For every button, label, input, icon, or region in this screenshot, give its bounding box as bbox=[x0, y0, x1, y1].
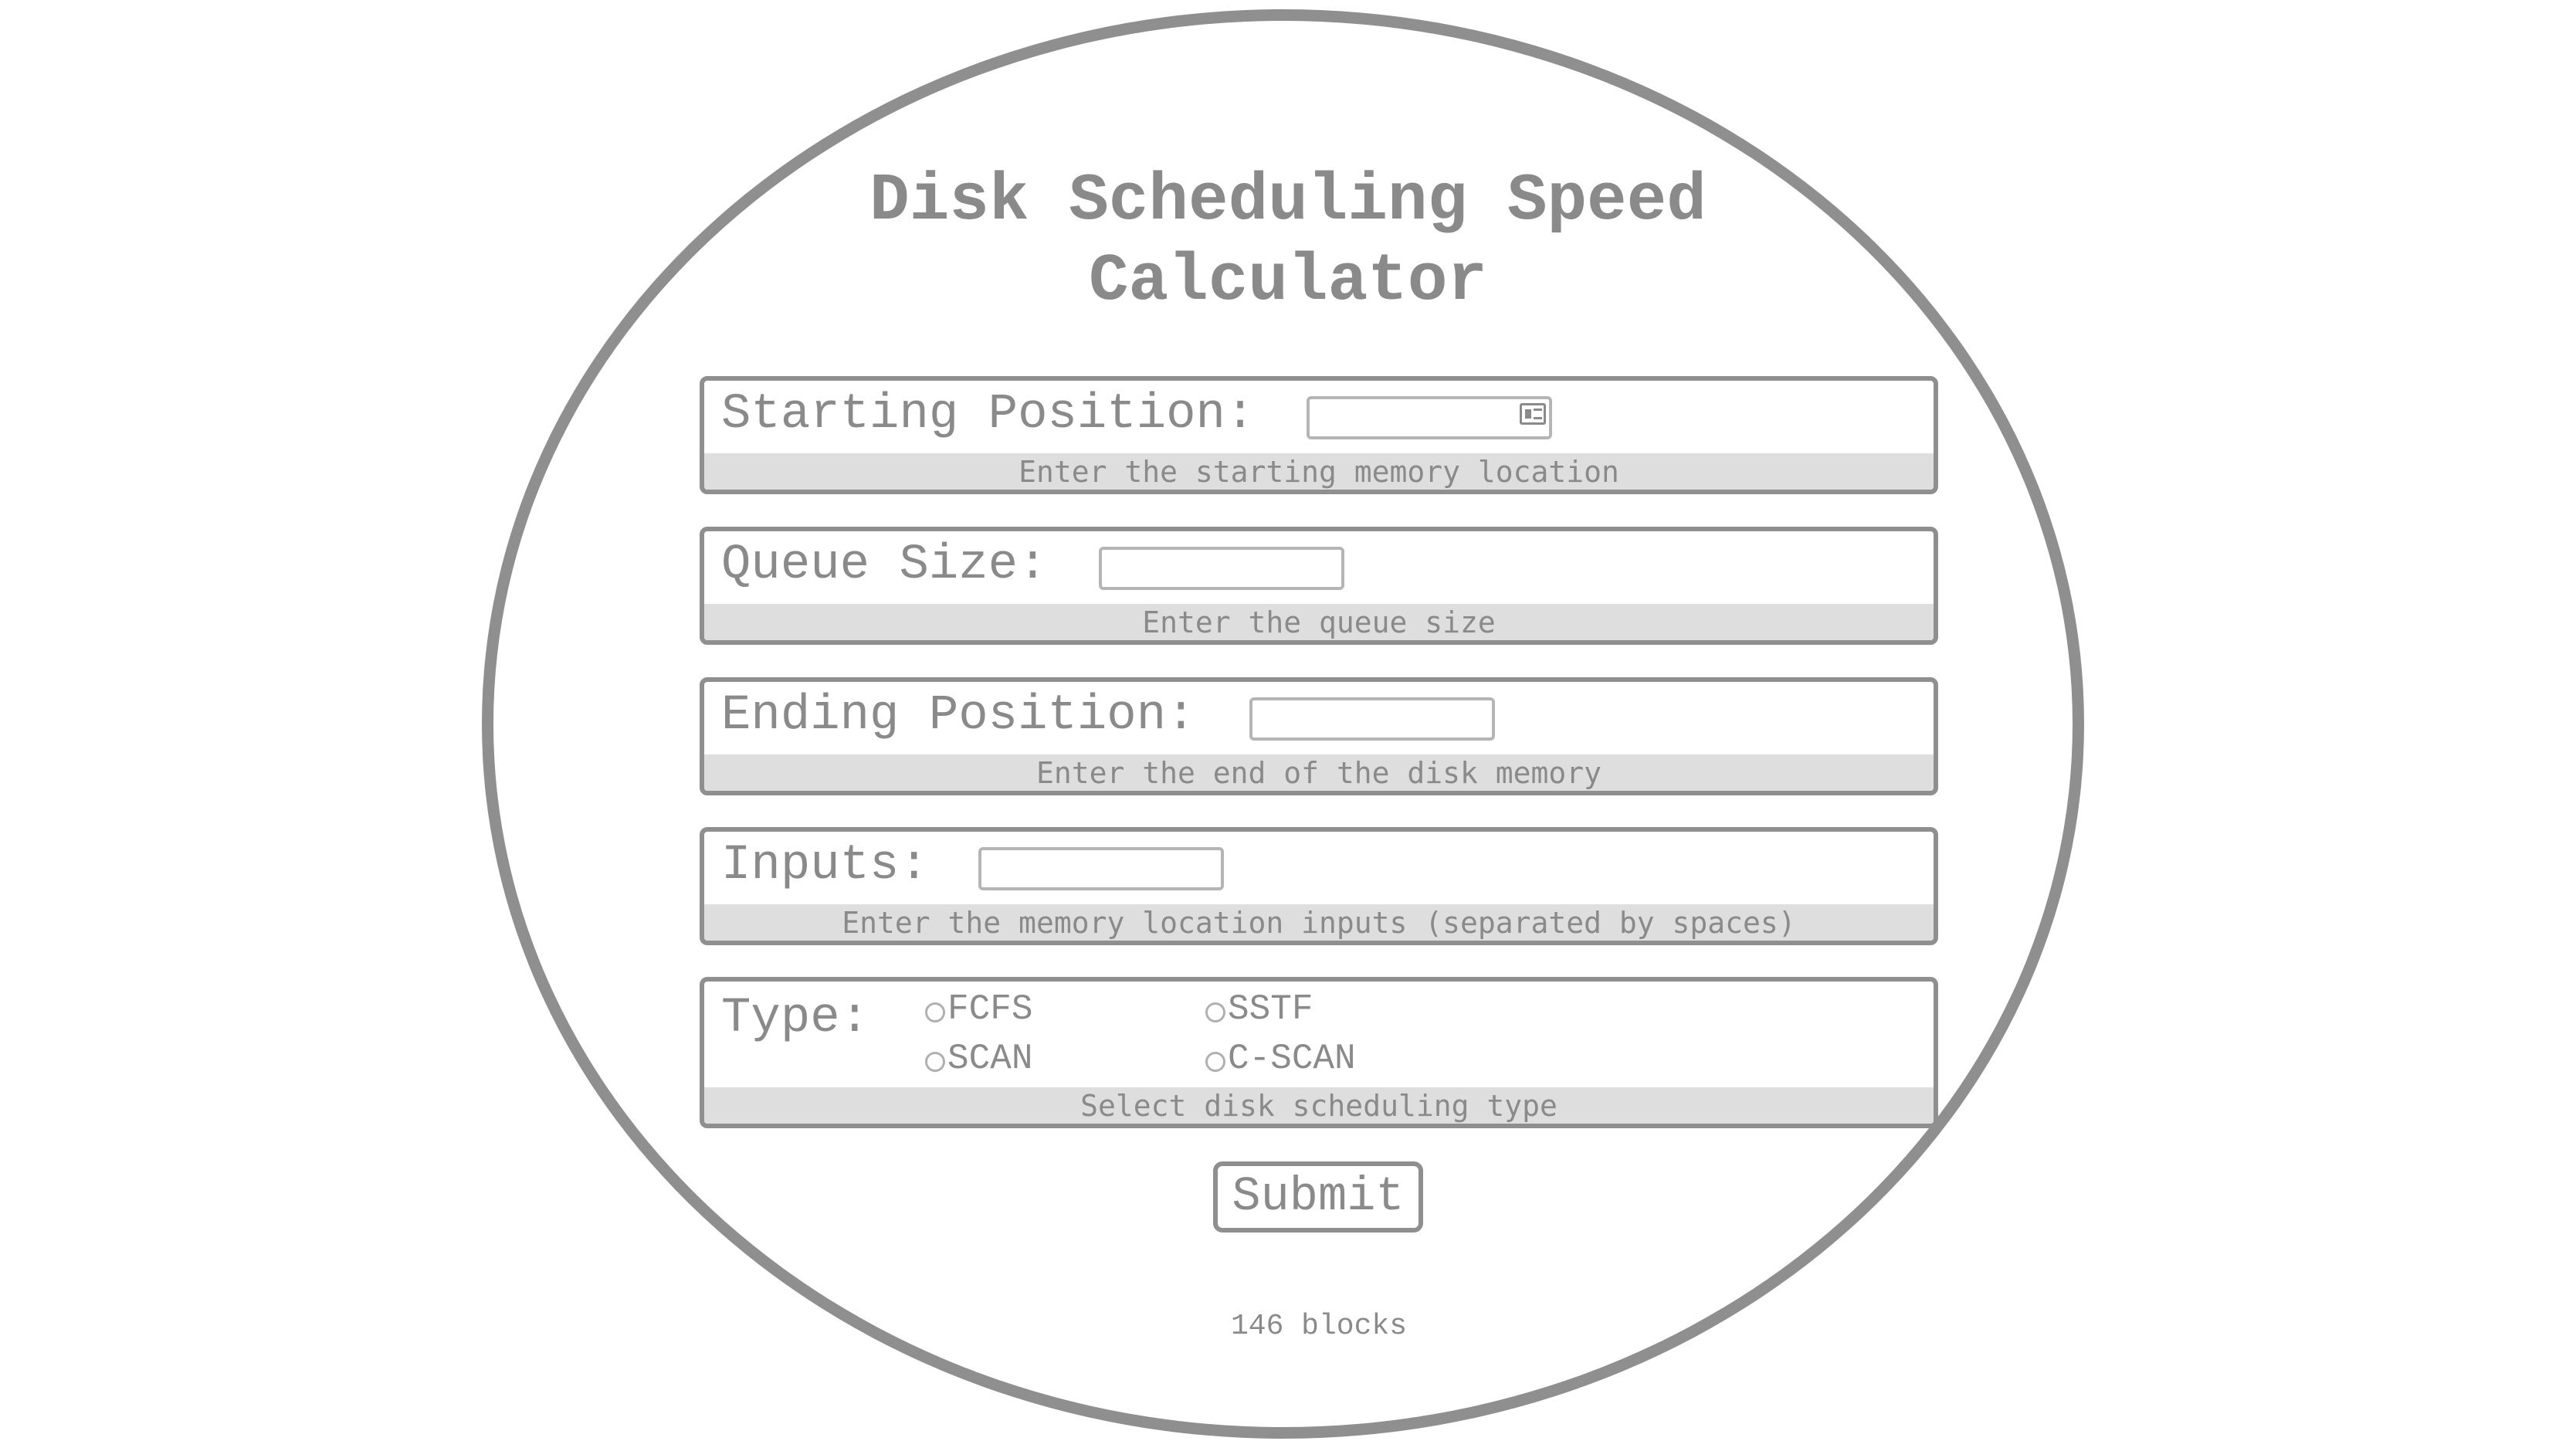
radio-circle-icon[interactable] bbox=[1205, 1002, 1225, 1022]
ending-position-label: Ending Position: bbox=[721, 688, 1196, 744]
type-hint: Select disk scheduling type bbox=[704, 1087, 1934, 1124]
page-title: Disk Scheduling Speed Calculator bbox=[516, 161, 2060, 321]
page-title-line1: Disk Scheduling Speed bbox=[869, 163, 1707, 239]
type-option-fcfs[interactable]: FCFS bbox=[925, 988, 1032, 1031]
type-option-c-scan[interactable]: C-SCAN bbox=[1205, 1037, 1356, 1080]
radio-circle-icon[interactable] bbox=[1205, 1052, 1225, 1072]
field-row: Queue Size: bbox=[704, 531, 1934, 604]
type-option-sstf[interactable]: SSTF bbox=[1205, 988, 1313, 1031]
starting-position-label: Starting Position: bbox=[721, 387, 1256, 442]
ending-position-field: Ending Position: Enter the end of the di… bbox=[700, 677, 1938, 795]
inputs-field: Inputs: Enter the memory location inputs… bbox=[700, 827, 1938, 945]
type-option-label: FCFS bbox=[947, 989, 1033, 1029]
ending-position-hint: Enter the end of the disk memory bbox=[704, 754, 1934, 791]
starting-position-field: Starting Position: Enter the starting me… bbox=[700, 376, 1938, 494]
type-option-label: SSTF bbox=[1228, 989, 1313, 1029]
field-row: Type: FCFS SSTF SCAN C-SCAN bbox=[704, 982, 1934, 1087]
queue-size-input[interactable] bbox=[1099, 547, 1344, 590]
autofill-card-icon[interactable] bbox=[1520, 403, 1546, 425]
field-row: Starting Position: bbox=[704, 381, 1934, 453]
radio-circle-icon[interactable] bbox=[925, 1052, 945, 1072]
inputs-label: Inputs: bbox=[721, 838, 929, 893]
inputs-input[interactable] bbox=[978, 847, 1224, 890]
starting-position-hint: Enter the starting memory location bbox=[704, 453, 1934, 490]
inputs-hint: Enter the memory location inputs (separa… bbox=[704, 904, 1934, 941]
ending-position-input[interactable] bbox=[1249, 697, 1495, 741]
type-option-scan[interactable]: SCAN bbox=[925, 1037, 1032, 1080]
result-text: 146 blocks bbox=[1230, 1310, 1408, 1343]
starting-position-input[interactable] bbox=[1307, 396, 1552, 439]
field-row: Inputs: bbox=[704, 832, 1934, 904]
queue-size-label: Queue Size: bbox=[721, 537, 1048, 593]
submit-button[interactable]: Submit bbox=[1213, 1161, 1423, 1232]
queue-size-hint: Enter the queue size bbox=[704, 604, 1934, 640]
field-row: Ending Position: bbox=[704, 682, 1934, 754]
queue-size-field: Queue Size: Enter the queue size bbox=[700, 527, 1938, 645]
type-field: Type: FCFS SSTF SCAN C-SCAN Select disk … bbox=[700, 977, 1938, 1128]
type-label: Type: bbox=[721, 991, 870, 1046]
type-option-label: SCAN bbox=[947, 1039, 1033, 1079]
page-title-line2: Calculator bbox=[1088, 243, 1488, 319]
type-option-label: C-SCAN bbox=[1228, 1039, 1356, 1079]
radio-circle-icon[interactable] bbox=[925, 1002, 945, 1022]
